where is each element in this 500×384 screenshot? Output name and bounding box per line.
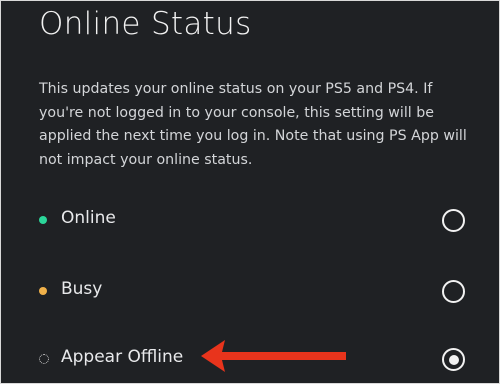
arrow-head — [201, 340, 346, 372]
online-status-dot-icon — [39, 216, 47, 224]
radio-online[interactable] — [442, 209, 465, 232]
radio-appear-offline[interactable] — [442, 348, 465, 371]
option-online[interactable]: Online — [1, 200, 499, 240]
option-appear-offline-label: Appear Offline — [61, 347, 184, 367]
radio-selected-indicator — [448, 354, 459, 365]
option-busy[interactable]: Busy — [1, 271, 499, 311]
busy-status-dot-icon — [39, 287, 47, 295]
radio-busy[interactable] — [442, 280, 465, 303]
option-online-label: Online — [61, 208, 116, 228]
page-title: Online Status — [39, 6, 252, 42]
arrow-left-icon — [201, 340, 346, 372]
offline-status-dot-icon — [39, 354, 49, 364]
online-status-screen: Online Status This updates your online s… — [0, 0, 500, 384]
option-busy-label: Busy — [61, 279, 103, 299]
status-description: This updates your online status on your … — [39, 81, 467, 168]
